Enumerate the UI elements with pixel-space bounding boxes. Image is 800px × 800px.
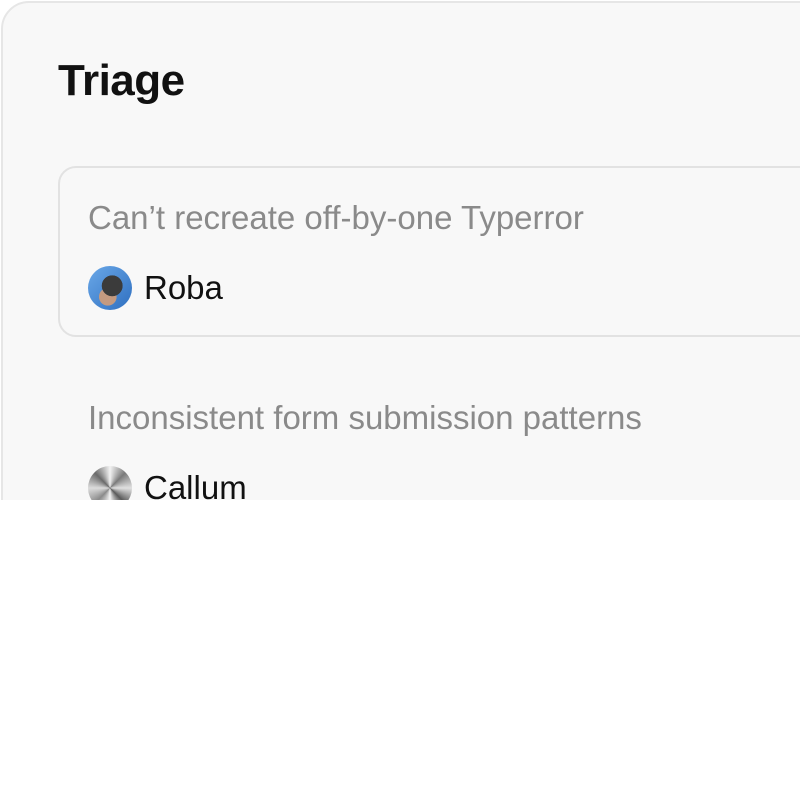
user-photo-avatar-icon bbox=[88, 266, 132, 310]
issue-title: Can’t recreate off-by-one Typerror bbox=[88, 199, 584, 236]
triage-panel: Triage Can’t recreate off-by-one Typerro… bbox=[1, 1, 800, 500]
assignee-name: Roba bbox=[144, 269, 223, 306]
assignee: Roba bbox=[88, 266, 223, 310]
issue-card[interactable]: Can’t recreate off-by-one Typerror Roba bbox=[58, 166, 800, 337]
panel-title: Triage bbox=[58, 56, 185, 105]
assignee-name: Callum bbox=[144, 469, 247, 500]
issue-title: Inconsistent form submission patterns bbox=[88, 399, 642, 436]
metallic-avatar-icon bbox=[88, 466, 132, 500]
issue-card[interactable]: Inconsistent form submission patterns Ca… bbox=[58, 366, 800, 500]
viewport: Triage Can’t recreate off-by-one Typerro… bbox=[0, 0, 800, 500]
assignee: Callum bbox=[88, 466, 247, 500]
